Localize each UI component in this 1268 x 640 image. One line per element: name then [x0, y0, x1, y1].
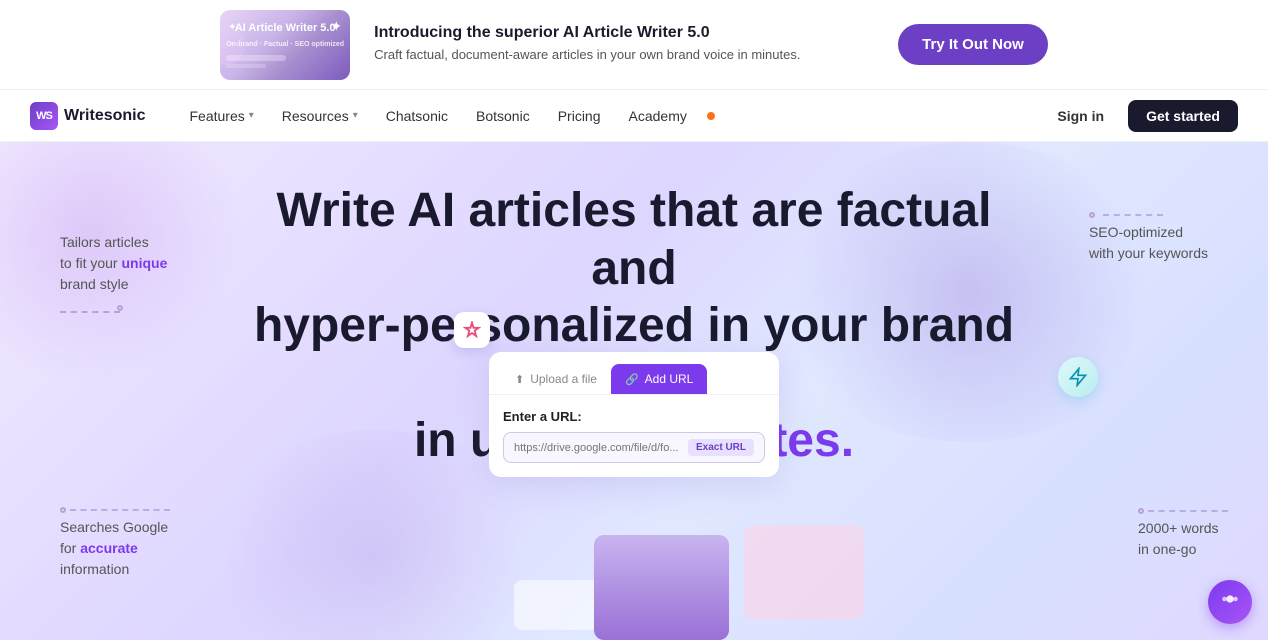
nav-actions: Sign in Get started [1045, 100, 1238, 132]
search-dot [60, 507, 66, 513]
nav-botsonic-label: Botsonic [476, 108, 530, 124]
hero-title-line1: Write AI articles that are factual and [277, 184, 992, 295]
banner: ✦ ✦ AI Article Writer 5.0 On-brand · Fac… [0, 0, 1268, 90]
floating-sparkle-icon [454, 312, 490, 348]
nav-pricing-label: Pricing [558, 108, 601, 124]
words-dot [1138, 508, 1144, 514]
logo-icon: WS [30, 102, 58, 130]
sparkle-svg [463, 321, 481, 339]
nav-item-academy[interactable]: Academy [617, 102, 699, 130]
banner-image-label: AI Article Writer 5.0 On-brand · Factual… [226, 21, 344, 67]
nav-academy-label: Academy [629, 108, 687, 124]
navbar: WS Writesonic Features ▾ Resources ▾ Cha… [0, 90, 1268, 142]
nav-resources-label: Resources [282, 108, 349, 124]
get-started-button[interactable]: Get started [1128, 100, 1238, 132]
url-label: Enter a URL: [503, 409, 765, 424]
floating-teal-icon [1058, 357, 1098, 397]
nav-item-botsonic[interactable]: Botsonic [464, 102, 542, 130]
url-input-field[interactable] [514, 442, 682, 454]
feature-words-label: 2000+ words in one-go [1138, 518, 1228, 560]
url-input-row[interactable]: Exact URL [503, 432, 765, 463]
chevron-down-icon: ▾ [249, 110, 254, 121]
words-line [1148, 510, 1228, 512]
nav-item-resources[interactable]: Resources ▾ [270, 102, 370, 130]
banner-description: Craft factual, document-aware articles i… [374, 46, 874, 64]
nav-item-chatsonic[interactable]: Chatsonic [374, 102, 460, 130]
nav-item-pricing[interactable]: Pricing [546, 102, 613, 130]
feature-search-label: Searches Google for accurate information [60, 517, 170, 580]
exact-url-button[interactable]: Exact URL [688, 439, 754, 456]
try-it-out-button[interactable]: Try It Out Now [898, 24, 1048, 65]
chat-svg [1219, 588, 1241, 610]
chat-widget[interactable] [1208, 580, 1252, 624]
search-line [70, 509, 170, 511]
lightning-svg [1068, 367, 1088, 387]
tab-upload[interactable]: ⬆ Upload a file [501, 364, 611, 394]
card-tabs: ⬆ Upload a file 🔗 Add URL [489, 352, 779, 395]
nav-item-features[interactable]: Features ▾ [178, 102, 266, 130]
search-connector [60, 507, 170, 513]
feature-words: 2000+ words in one-go [1138, 508, 1228, 560]
tab-url[interactable]: 🔗 Add URL [611, 364, 707, 394]
bottom-card-right [744, 525, 864, 620]
banner-image: ✦ ✦ AI Article Writer 5.0 On-brand · Fac… [220, 10, 350, 80]
card-body: Enter a URL: Exact URL [489, 395, 779, 477]
words-connector [1138, 508, 1228, 514]
hero-section: Write AI articles that are factual and h… [0, 142, 1268, 640]
url-input-card: ⬆ Upload a file 🔗 Add URL Enter a URL: E… [489, 352, 779, 477]
banner-text-area: Introducing the superior AI Article Writ… [374, 24, 874, 64]
chevron-down-icon: ▾ [353, 110, 358, 121]
link-icon: 🔗 [625, 373, 639, 386]
nav-features-label: Features [190, 108, 245, 124]
nav-links: Features ▾ Resources ▾ Chatsonic Botsoni… [178, 102, 1046, 130]
banner-headline: Introducing the superior AI Article Writ… [374, 24, 874, 42]
logo-text: Writesonic [64, 107, 146, 125]
bottom-card-center [594, 535, 729, 640]
sign-in-button[interactable]: Sign in [1045, 102, 1116, 130]
notification-dot [707, 112, 715, 120]
logo-link[interactable]: WS Writesonic [30, 102, 146, 130]
nav-chatsonic-label: Chatsonic [386, 108, 448, 124]
feature-search: Searches Google for accurate information [60, 507, 170, 580]
logo-letters: WS [36, 110, 52, 122]
chat-icon [1219, 588, 1241, 616]
upload-icon: ⬆ [515, 373, 524, 386]
